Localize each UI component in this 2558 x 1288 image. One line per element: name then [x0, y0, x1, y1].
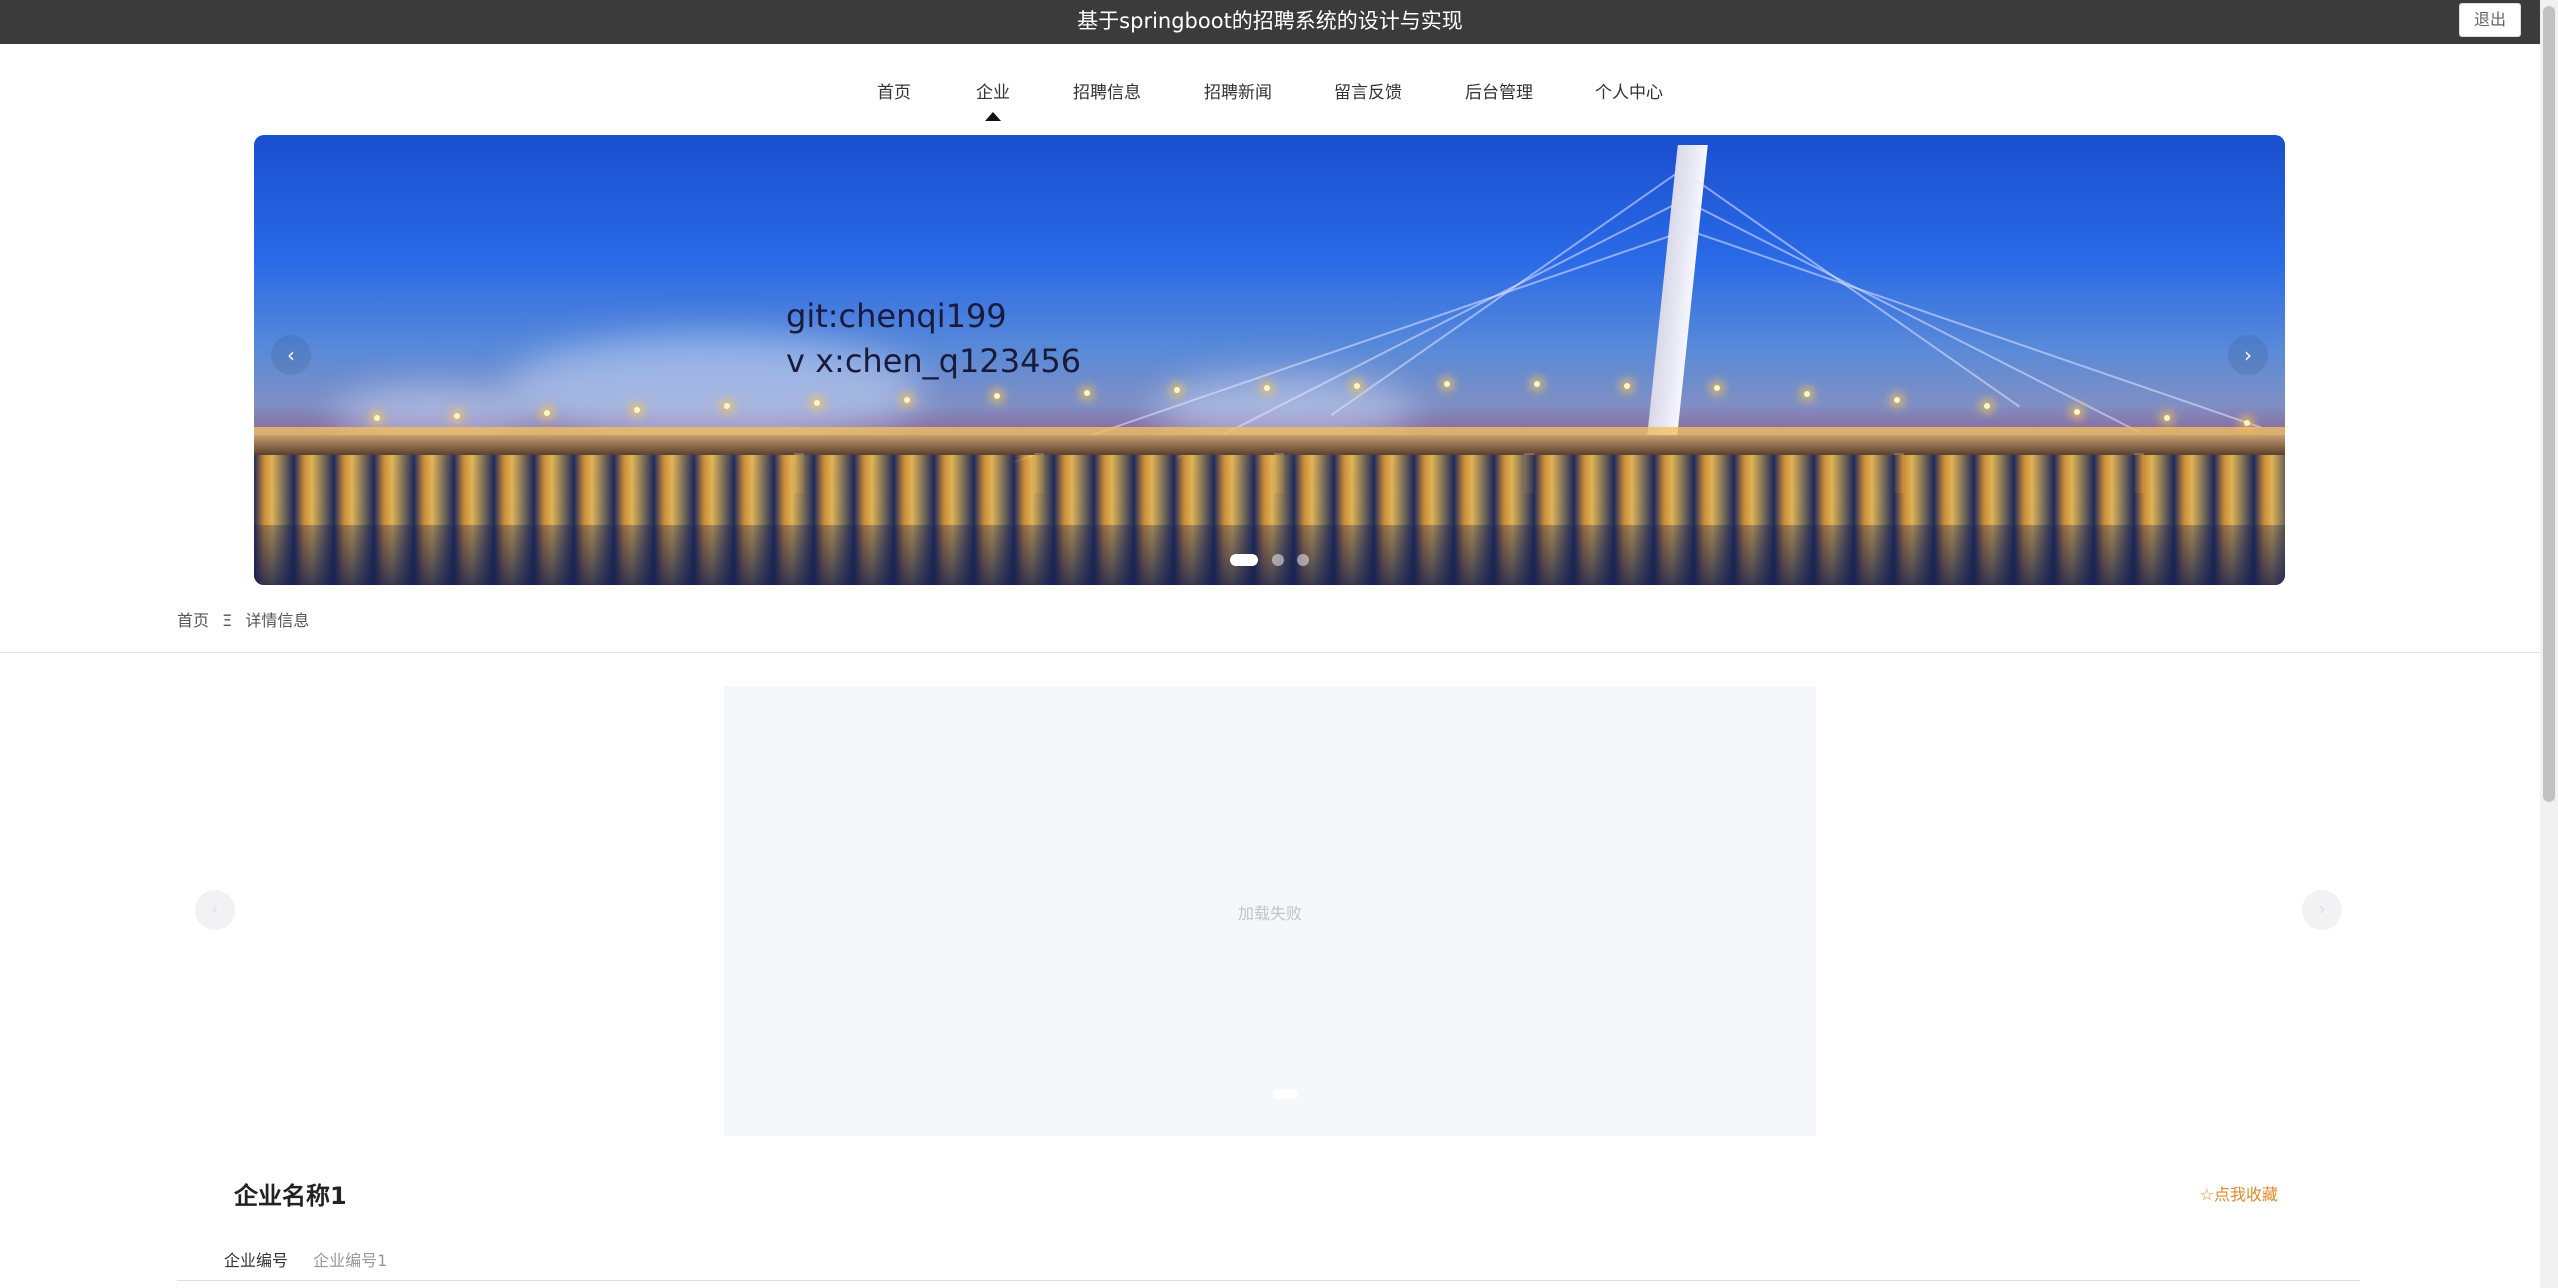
breadcrumb-current: 详情信息	[245, 611, 310, 630]
detail-prev-arrow-icon[interactable]: ‹	[195, 890, 235, 930]
favorite-button[interactable]: ☆点我收藏	[2200, 1181, 2278, 1205]
detail-next-arrow-icon[interactable]: ›	[2302, 890, 2342, 930]
banner-carousel[interactable]: git:chenqi199 v x:chen_q123456 ‹ ›	[254, 135, 2285, 585]
nav-item-profile[interactable]: 个人中心	[1595, 78, 1663, 103]
nav-item-feedback[interactable]: 留言反馈	[1334, 78, 1402, 103]
section-divider	[0, 652, 2540, 653]
nav-item-company[interactable]: 企业	[976, 78, 1010, 103]
vertical-scrollbar[interactable]	[2540, 0, 2558, 1288]
top-title-bar: 基于springboot的招聘系统的设计与实现 退出	[0, 0, 2540, 44]
banner-text-line-2: v x:chen_q123456	[786, 342, 1082, 380]
image-load-error-text: 加载失败	[1237, 904, 1302, 923]
field-divider	[177, 1280, 2360, 1281]
breadcrumb: 首页 Ξ 详情信息	[177, 607, 317, 631]
site-title: 基于springboot的招聘系统的设计与实现	[1077, 9, 1463, 33]
breadcrumb-home[interactable]: 首页	[177, 611, 209, 630]
banner-indicator-2[interactable]	[1271, 554, 1284, 566]
banner-next-arrow-icon[interactable]: ›	[2228, 335, 2268, 375]
company-name: 企业名称1	[234, 1182, 347, 1210]
banner-text-line-1: git:chenqi199	[786, 297, 1007, 335]
nav-item-admin[interactable]: 后台管理	[1465, 78, 1533, 103]
main-nav: 首页 企业 招聘信息 招聘新闻 留言反馈 后台管理 个人中心	[0, 44, 2540, 134]
banner-prev-arrow-icon[interactable]: ‹	[271, 335, 311, 375]
logout-button[interactable]: 退出	[2459, 3, 2521, 37]
detail-image-carousel[interactable]: 加载失败	[724, 686, 1816, 1136]
banner-indicator-3[interactable]	[1296, 554, 1309, 566]
nav-item-home[interactable]: 首页	[877, 78, 911, 103]
scrollbar-thumb[interactable]	[2543, 6, 2555, 802]
company-id-label: 企业编号	[224, 1251, 289, 1270]
banner-indicators	[254, 554, 2285, 566]
breadcrumb-separator-icon: Ξ	[222, 611, 233, 630]
company-id-value: 企业编号1	[313, 1251, 388, 1270]
nav-item-job-news[interactable]: 招聘新闻	[1204, 78, 1272, 103]
nav-item-job-info[interactable]: 招聘信息	[1073, 78, 1141, 103]
active-nav-caret-icon	[985, 112, 1001, 121]
company-field-row: 企业编号 企业编号1	[224, 1247, 387, 1271]
detail-carousel-indicator[interactable]	[1272, 1089, 1298, 1099]
banner-indicator-1[interactable]	[1230, 554, 1259, 566]
